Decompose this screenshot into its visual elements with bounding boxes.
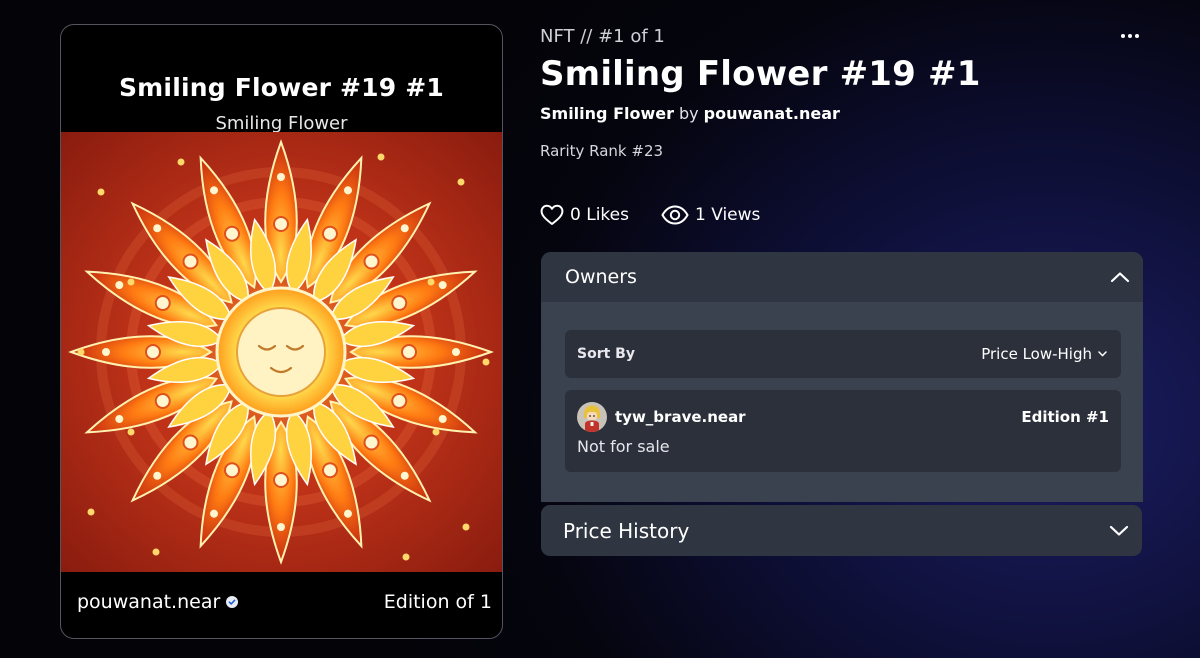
sort-label: Sort By xyxy=(577,346,635,362)
likes-count: 0 Likes xyxy=(570,205,629,225)
like-button[interactable]: 0 Likes xyxy=(540,204,629,226)
heart-icon xyxy=(540,204,564,225)
rarity-rank: Rarity Rank #23 xyxy=(540,142,664,160)
byline-by: by xyxy=(679,104,699,123)
chevron-up-icon xyxy=(1110,272,1130,283)
price-history-heading: Price History xyxy=(563,518,690,543)
nft-card: Smiling Flower #19 #1 Smiling Flower pou… xyxy=(60,24,503,639)
card-edition: Edition of 1 xyxy=(383,591,492,613)
owner-edition: Edition #1 xyxy=(1021,408,1109,426)
card-creator-name: pouwanat.near xyxy=(77,591,221,613)
owner-row-top: tyw_brave.near Edition #1 xyxy=(577,402,1109,432)
card-title: Smiling Flower #19 #1 xyxy=(118,73,445,102)
artwork-image xyxy=(61,132,502,572)
collection-link[interactable]: Smiling Flower xyxy=(540,104,674,123)
owners-panel: Owners Sort By Price Low-High tyw_brave.… xyxy=(541,252,1143,502)
card-collection: Smiling Flower xyxy=(215,113,348,134)
owner-username: tyw_brave.near xyxy=(615,408,746,426)
card-footer: pouwanat.near Edition of 1 xyxy=(77,587,492,617)
chevron-down-icon xyxy=(1109,525,1129,536)
sale-status: Not for sale xyxy=(577,437,670,456)
breadcrumb: NFT // #1 of 1 xyxy=(540,26,665,47)
sort-value: Price Low-High xyxy=(981,345,1092,363)
sort-bar: Sort By Price Low-High xyxy=(565,330,1121,378)
chevron-down-icon xyxy=(1098,351,1107,357)
nft-artwork[interactable] xyxy=(61,132,502,572)
byline: Smiling Flower by pouwanat.near xyxy=(540,104,840,123)
stats-row: 0 Likes 1 Views xyxy=(540,201,760,229)
owners-toggle[interactable]: Owners xyxy=(541,252,1143,302)
page-title: Smiling Flower #19 #1 xyxy=(540,54,981,94)
creator-link[interactable]: pouwanat.near xyxy=(704,104,840,123)
owner-user[interactable]: tyw_brave.near xyxy=(577,402,746,432)
owners-heading: Owners xyxy=(565,266,637,288)
views-stat: 1 Views xyxy=(661,205,760,225)
owner-row: tyw_brave.near Edition #1 Not for sale xyxy=(565,390,1121,472)
sort-dropdown[interactable]: Price Low-High xyxy=(981,345,1107,363)
eye-icon xyxy=(661,205,689,225)
price-history-toggle[interactable]: Price History xyxy=(541,505,1142,556)
views-count: 1 Views xyxy=(694,205,761,225)
more-horizontal-icon[interactable] xyxy=(1118,28,1142,44)
verified-icon xyxy=(226,596,239,608)
card-creator[interactable]: pouwanat.near xyxy=(77,591,239,613)
avatar xyxy=(577,402,607,432)
